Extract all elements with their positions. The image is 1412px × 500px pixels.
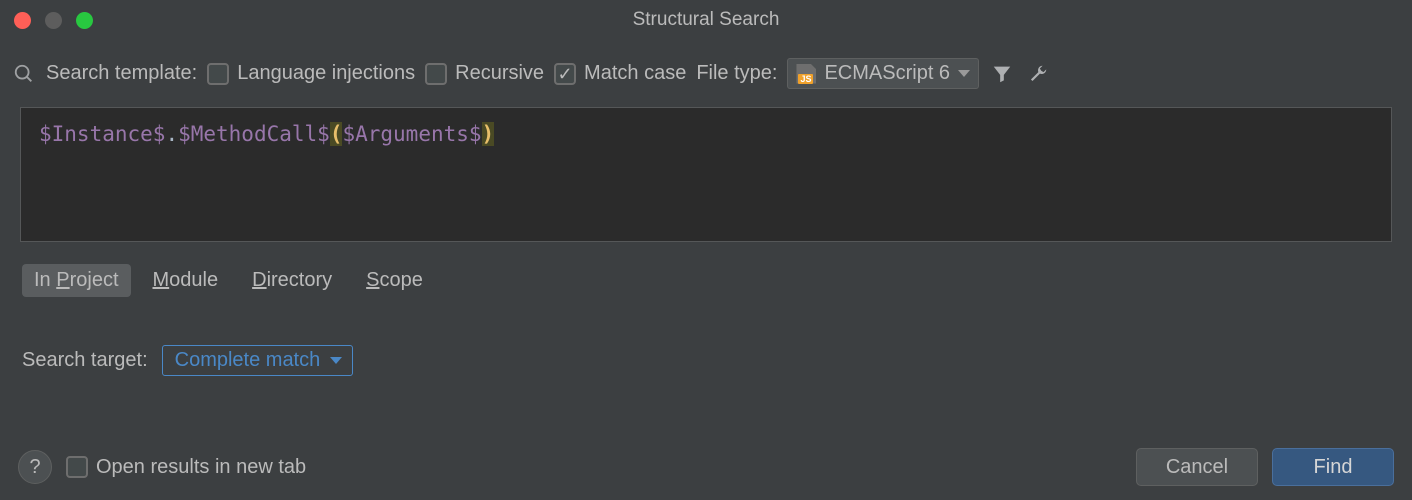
filter-icon[interactable] xyxy=(989,61,1015,87)
scope-tab-directory[interactable]: Directory xyxy=(240,264,344,297)
token-variable: $Instance$ xyxy=(39,122,165,146)
open-new-tab-checkbox[interactable]: Open results in new tab xyxy=(66,456,306,479)
checkbox-icon xyxy=(207,63,229,85)
search-template-editor[interactable]: $Instance$.$MethodCall$($Arguments$) xyxy=(20,107,1392,242)
match-case-checkbox[interactable]: Match case xyxy=(554,62,686,85)
close-window-button[interactable] xyxy=(14,12,31,29)
scope-tabs: In Project Module Directory Scope xyxy=(0,242,1412,297)
titlebar: Structural Search xyxy=(0,0,1412,40)
dialog-footer: ? Open results in new tab Cancel Find xyxy=(0,434,1412,500)
search-target-row: Search target: Complete match xyxy=(0,297,1412,376)
search-target-value: Complete match xyxy=(175,349,321,372)
scope-tab-scope[interactable]: Scope xyxy=(354,264,435,297)
token-dot: . xyxy=(165,122,178,146)
search-toolbar: Search template: Language injections Rec… xyxy=(0,40,1412,97)
language-injections-checkbox[interactable]: Language injections xyxy=(207,62,415,85)
search-target-label: Search target: xyxy=(22,349,148,372)
wrench-icon[interactable] xyxy=(1025,61,1051,87)
help-button[interactable]: ? xyxy=(18,450,52,484)
window-title: Structural Search xyxy=(0,9,1412,31)
language-injections-label: Language injections xyxy=(237,62,415,85)
chevron-down-icon xyxy=(330,357,342,364)
scope-tab-module[interactable]: Module xyxy=(141,264,231,297)
minimize-window-button[interactable] xyxy=(45,12,62,29)
file-type-value: ECMAScript 6 xyxy=(824,62,950,85)
recursive-label: Recursive xyxy=(455,62,544,85)
scope-tab-in-project[interactable]: In Project xyxy=(22,264,131,297)
checkbox-icon xyxy=(66,456,88,478)
open-new-tab-label: Open results in new tab xyxy=(96,456,306,479)
file-type-select[interactable]: ECMAScript 6 xyxy=(787,58,979,89)
match-case-label: Match case xyxy=(584,62,686,85)
maximize-window-button[interactable] xyxy=(76,12,93,29)
chevron-down-icon xyxy=(958,70,970,77)
token-paren-close: ) xyxy=(482,122,495,146)
token-variable: $Arguments$ xyxy=(342,122,481,146)
search-target-select[interactable]: Complete match xyxy=(162,345,354,376)
recursive-checkbox[interactable]: Recursive xyxy=(425,62,544,85)
token-variable: $MethodCall$ xyxy=(178,122,330,146)
search-icon[interactable] xyxy=(12,62,36,86)
window-controls xyxy=(0,12,93,29)
checkbox-icon xyxy=(425,63,447,85)
cancel-button[interactable]: Cancel xyxy=(1136,448,1258,486)
find-button[interactable]: Find xyxy=(1272,448,1394,486)
file-type-label: File type: xyxy=(696,62,777,85)
javascript-file-icon xyxy=(796,64,816,84)
search-template-label: Search template: xyxy=(46,62,197,85)
token-paren-open: ( xyxy=(330,122,343,146)
checkbox-checked-icon xyxy=(554,63,576,85)
